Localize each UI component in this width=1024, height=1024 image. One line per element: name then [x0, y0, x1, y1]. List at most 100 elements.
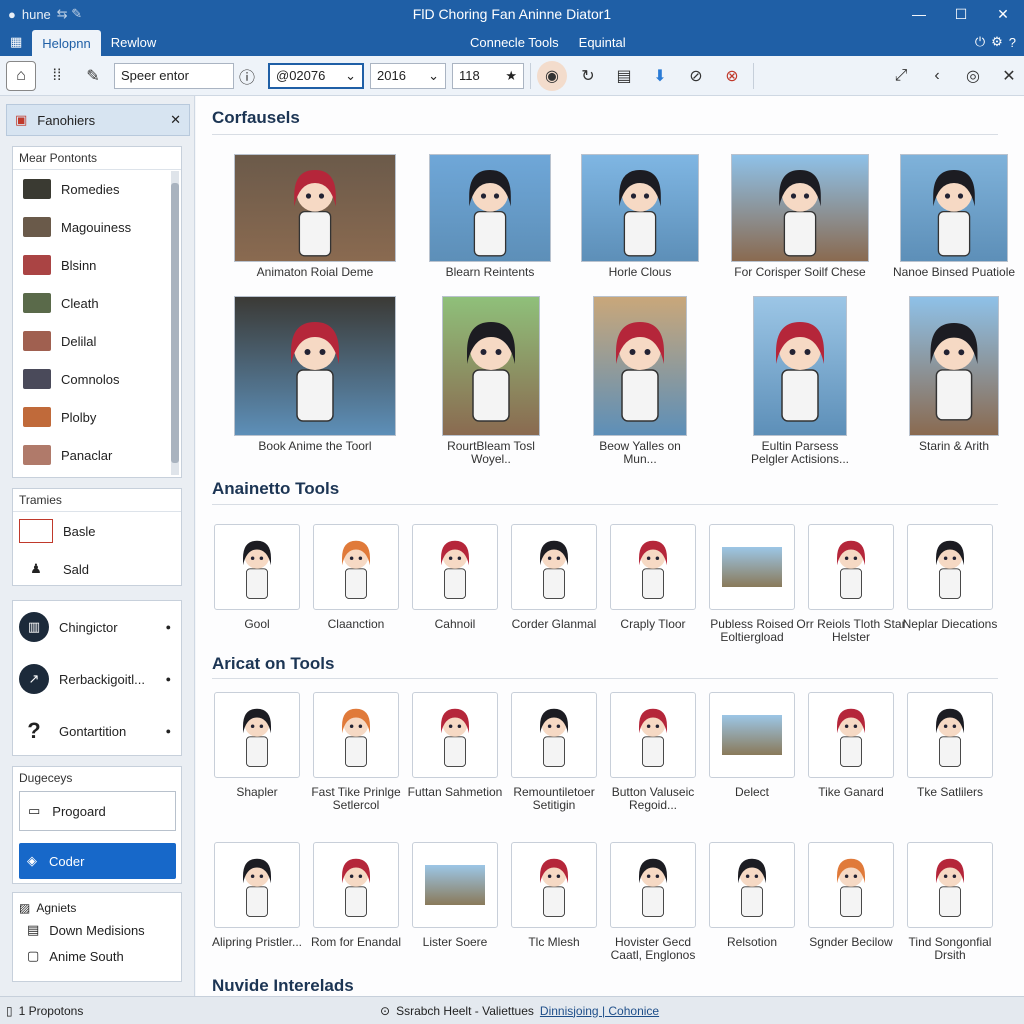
- target-icon[interactable]: ◎: [958, 61, 988, 91]
- tool-tile[interactable]: [214, 842, 300, 928]
- card-image: [581, 154, 699, 262]
- tool-tile[interactable]: [808, 524, 894, 610]
- list-item-romedies[interactable]: Romedies: [13, 170, 181, 208]
- chart-icon: ▥: [19, 612, 49, 642]
- tab-helopnn[interactable]: Helopnn: [32, 30, 101, 56]
- tile-label: Futtan Sahmetion: [407, 785, 503, 799]
- tool-tile[interactable]: [214, 692, 300, 778]
- list-item-sald[interactable]: ♟ Sald: [13, 550, 181, 588]
- close-icon[interactable]: ✕: [994, 61, 1024, 91]
- carousel-card[interactable]: For Corisper Soilf Chese: [721, 154, 879, 279]
- feather-icon: ↗: [19, 664, 49, 694]
- tool-tile[interactable]: [511, 842, 597, 928]
- carousel-card[interactable]: RourtBleam Tosl Woyel..: [432, 296, 550, 466]
- tool-tile[interactable]: [313, 842, 399, 928]
- list-item-delilal[interactable]: Delilal: [13, 322, 181, 360]
- tile-label: Hovister Gecd Caatl, Englonos: [610, 935, 696, 962]
- tile-label: Publess Roised Eoltiergload: [710, 617, 794, 644]
- list-item-anime-south[interactable]: ▢ Anime South: [13, 943, 181, 969]
- carousel-card[interactable]: Beow Yalles on Mun...: [583, 296, 697, 466]
- layout-icon[interactable]: ▦: [0, 28, 32, 56]
- carousel-card[interactable]: Blearn Reintents: [419, 154, 561, 279]
- tool-tile[interactable]: [907, 842, 993, 928]
- list-item-cleath[interactable]: Cleath: [13, 284, 181, 322]
- edit-icon[interactable]: ⊗: [717, 61, 747, 91]
- tool-tile[interactable]: [907, 524, 993, 610]
- search-input[interactable]: Speer entor: [114, 62, 234, 89]
- list-item-panaclar[interactable]: Panaclar: [13, 436, 181, 474]
- tool-tile[interactable]: [709, 842, 795, 928]
- number-field[interactable]: 118 ★: [452, 62, 524, 89]
- list-item-magouiness[interactable]: Magouiness: [13, 208, 181, 246]
- download-icon[interactable]: ⬇: [645, 61, 675, 91]
- list-item-plolby[interactable]: Plolby: [13, 398, 181, 436]
- back-icon[interactable]: ‹: [922, 61, 952, 91]
- list-item-chingictor[interactable]: ▥ Chingictor ●: [13, 601, 181, 653]
- sidebar-top-item[interactable]: ▣ Fanohiers ✕: [6, 104, 190, 136]
- carousel-card[interactable]: Eultin Parsess Pelgler Actisions...: [743, 296, 857, 466]
- coder-button[interactable]: ◈ Coder: [19, 843, 176, 879]
- tool-tile[interactable]: [610, 524, 696, 610]
- tool-tile[interactable]: [808, 842, 894, 928]
- scrollbar[interactable]: [171, 171, 179, 475]
- expand-icon[interactable]: ⤢: [886, 61, 916, 91]
- tool-tile[interactable]: [610, 842, 696, 928]
- list-item-blsinn[interactable]: Blsinn: [13, 246, 181, 284]
- home-button[interactable]: ⌂: [6, 60, 36, 91]
- close-icon[interactable]: ✕: [170, 112, 181, 128]
- carousel-card[interactable]: Book Anime the Toorl: [224, 296, 406, 453]
- tool-tile[interactable]: [412, 842, 498, 928]
- grid-icon[interactable]: ⁞⁞: [42, 61, 72, 91]
- tab-rewlow[interactable]: Rewlow: [101, 28, 167, 56]
- tool-tile[interactable]: [808, 692, 894, 778]
- tool-tile[interactable]: [412, 524, 498, 610]
- list-item-rerbackigoitl[interactable]: ↗ Rerbackigoitl... ●: [13, 653, 181, 705]
- tool-tile[interactable]: [214, 524, 300, 610]
- info-icon[interactable]: ⓘ: [232, 61, 262, 91]
- folder-icon: ▣: [15, 112, 28, 127]
- carousel-card[interactable]: Horle Clous: [571, 154, 709, 279]
- tool-tile[interactable]: [907, 692, 993, 778]
- section-title-corfausels: Corfausels: [212, 108, 300, 127]
- thumbnail-image: [23, 331, 51, 351]
- carousel-card[interactable]: Starin & Arith: [899, 296, 1009, 453]
- tool-tile[interactable]: [709, 524, 795, 610]
- menu-connecle-tools[interactable]: Connecle Tools: [470, 35, 559, 50]
- thumbnail-image: [23, 179, 51, 199]
- list-item-comnolos[interactable]: Comnolos: [13, 360, 181, 398]
- refresh-icon[interactable]: ↻: [573, 61, 603, 91]
- status-link[interactable]: Dinnisjoing | Cohonice: [540, 1004, 659, 1018]
- brush-icon[interactable]: ⊘: [681, 61, 711, 91]
- quick-actions-icon[interactable]: ⇆ ✎: [57, 6, 82, 22]
- menu-equintal[interactable]: Equintal: [579, 35, 626, 50]
- app-logo-icon: ●: [8, 6, 16, 22]
- carousel-card[interactable]: Nanoe Binsed Puatiole: [890, 154, 1018, 279]
- minimize-button[interactable]: —: [898, 0, 940, 28]
- power-icon[interactable]: ⏻: [975, 34, 985, 50]
- settings-icon[interactable]: ⚙: [991, 34, 1003, 50]
- help-icon[interactable]: ?: [1009, 35, 1016, 50]
- scene-thumbnail: [425, 865, 485, 905]
- close-window-button[interactable]: ✕: [982, 0, 1024, 28]
- tool-tile[interactable]: [610, 692, 696, 778]
- select-code[interactable]: @02076 ⌄: [268, 62, 364, 89]
- select-year[interactable]: 2016 ⌄: [370, 62, 446, 89]
- pen-icon[interactable]: ✎: [78, 61, 108, 91]
- list-item-gontartition[interactable]: ? Gontartition ●: [13, 705, 181, 757]
- progoard-button[interactable]: ▭ Progoard: [19, 791, 176, 831]
- tool-tile[interactable]: [511, 524, 597, 610]
- record-icon[interactable]: ◉: [537, 60, 567, 91]
- tool-tile[interactable]: [313, 524, 399, 610]
- maximize-button[interactable]: ☐: [940, 0, 982, 28]
- carousel-card[interactable]: Animaton Roial Deme: [224, 154, 406, 279]
- tool-tile[interactable]: [313, 692, 399, 778]
- tool-tile[interactable]: [511, 692, 597, 778]
- app-menu[interactable]: ● hune ⇆ ✎: [0, 6, 200, 22]
- list-item-basle[interactable]: Basle: [13, 512, 181, 550]
- tool-tile[interactable]: [412, 692, 498, 778]
- tool-tile[interactable]: [709, 692, 795, 778]
- list-item-down-medisions[interactable]: ▤ Down Medisions: [13, 917, 181, 943]
- card-label: Book Anime the Toorl: [258, 439, 372, 453]
- clipboard-icon[interactable]: ▤: [609, 61, 639, 91]
- chevron-down-icon: ⌄: [428, 67, 439, 83]
